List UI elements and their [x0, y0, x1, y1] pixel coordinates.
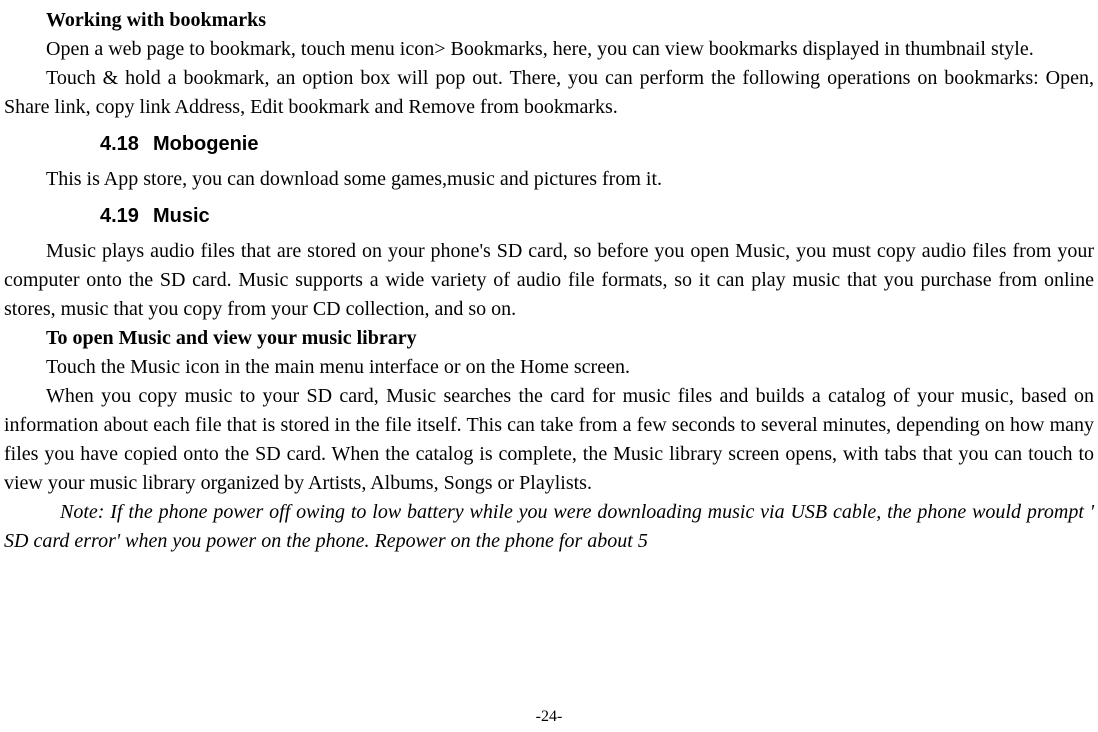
- paragraph-open-music-1: Touch the Music icon in the main menu in…: [4, 353, 1094, 382]
- section-number: 4.19: [100, 202, 139, 231]
- section-heading-music: 4.19 Music: [100, 202, 1094, 231]
- page-number: -24-: [0, 708, 1098, 726]
- section-number: 4.18: [100, 130, 139, 159]
- document-page: Working with bookmarks Open a web page t…: [0, 0, 1098, 556]
- section-heading-mobogenie: 4.18 Mobogenie: [100, 130, 1094, 159]
- section-title: Mobogenie: [153, 133, 259, 155]
- paragraph-bookmarks-1: Open a web page to bookmark, touch menu …: [4, 35, 1094, 64]
- heading-bookmarks: Working with bookmarks: [4, 6, 1094, 35]
- paragraph-mobogenie: This is App store, you can download some…: [4, 165, 1094, 194]
- section-title: Music: [153, 205, 210, 227]
- paragraph-music-intro: Music plays audio files that are stored …: [4, 237, 1094, 324]
- paragraph-open-music-2: When you copy music to your SD card, Mus…: [4, 382, 1094, 498]
- paragraph-bookmarks-2: Touch & hold a bookmark, an option box w…: [4, 64, 1094, 122]
- heading-open-music: To open Music and view your music librar…: [4, 324, 1094, 353]
- paragraph-note: Note: If the phone power off owing to lo…: [4, 498, 1094, 556]
